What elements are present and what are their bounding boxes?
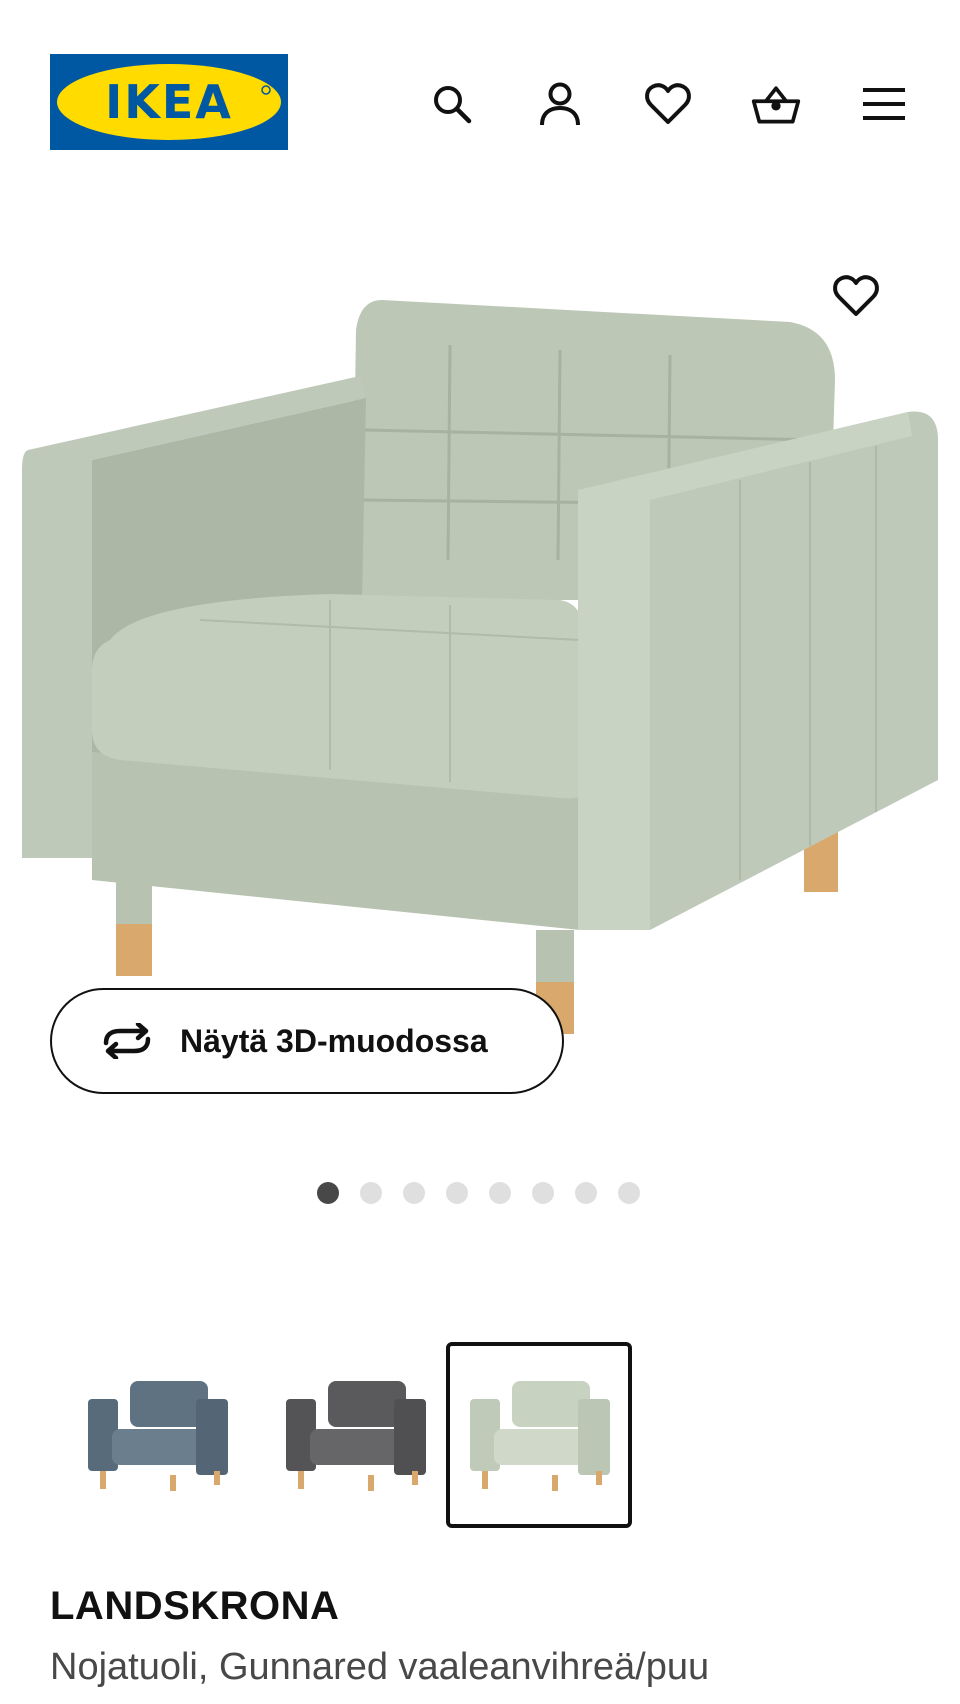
- armchair-thumbnail: [286, 1381, 426, 1491]
- account-icon[interactable]: [534, 78, 586, 130]
- armchair-thumbnail: [470, 1381, 610, 1491]
- gallery-dot-8[interactable]: [618, 1182, 640, 1204]
- search-icon[interactable]: [426, 78, 478, 130]
- view-in-3d-label: Näytä 3D-muodossa: [180, 1022, 488, 1059]
- gallery-dot-2[interactable]: [360, 1182, 382, 1204]
- shopping-basket-icon[interactable]: [750, 78, 802, 130]
- menu-icon[interactable]: [858, 78, 910, 130]
- gallery-dot-1[interactable]: [317, 1182, 339, 1204]
- product-name: LANDSKRONA: [50, 1584, 340, 1628]
- variant-blue[interactable]: [64, 1342, 250, 1528]
- gallery-dot-3[interactable]: [403, 1182, 425, 1204]
- rotate-3d-icon: [98, 1021, 158, 1061]
- header-icons: [0, 78, 960, 128]
- add-to-favourites-heart-icon[interactable]: [826, 266, 886, 326]
- product-image-gallery[interactable]: [0, 170, 960, 1070]
- gallery-dot-4[interactable]: [446, 1182, 468, 1204]
- gallery-pagination: [0, 1182, 960, 1204]
- gallery-dot-7[interactable]: [575, 1182, 597, 1204]
- view-in-3d-button[interactable]: Näytä 3D-muodossa: [50, 988, 564, 1094]
- top-navigation-bar: IKEA: [0, 0, 960, 160]
- favourites-heart-icon[interactable]: [642, 78, 694, 130]
- color-variant-selector: [0, 1342, 960, 1532]
- variant-light-green[interactable]: [446, 1342, 632, 1528]
- armchair-image: [22, 300, 938, 1034]
- armchair-thumbnail: [88, 1381, 228, 1491]
- gallery-dot-6[interactable]: [532, 1182, 554, 1204]
- product-description: Nojatuoli, Gunnared vaaleanvihreä/puu: [50, 1646, 710, 1688]
- variant-dark-grey[interactable]: [262, 1342, 448, 1528]
- gallery-dot-5[interactable]: [489, 1182, 511, 1204]
